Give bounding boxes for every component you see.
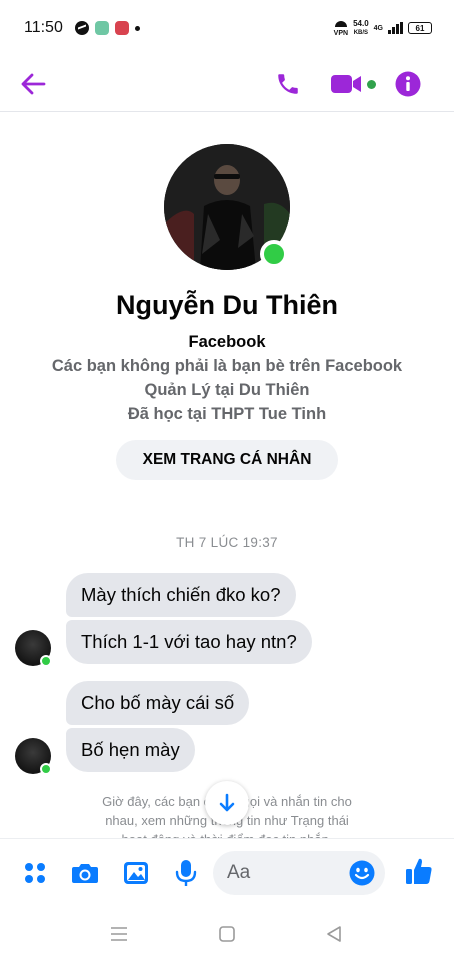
video-call-button[interactable] bbox=[330, 64, 382, 104]
square-icon bbox=[219, 926, 235, 942]
signal-icon bbox=[388, 22, 403, 34]
info-icon bbox=[395, 71, 421, 97]
sender-online-indicator bbox=[40, 763, 52, 775]
message-input-placeholder: Aa bbox=[227, 862, 251, 883]
profile-education: Đã học tại THPT Tue Tinh bbox=[127, 405, 327, 423]
voice-message-button[interactable] bbox=[171, 857, 201, 889]
triangle-back-icon bbox=[327, 926, 341, 942]
system-navigation-bar bbox=[0, 908, 454, 960]
more-actions-button[interactable] bbox=[20, 857, 50, 889]
vpn-label: VPN bbox=[333, 30, 349, 37]
system-back-button[interactable] bbox=[322, 922, 346, 946]
message-bubble[interactable]: Mày thích chiến đko ko? bbox=[66, 573, 296, 617]
info-button[interactable] bbox=[395, 64, 423, 104]
sender-online-indicator bbox=[40, 655, 52, 667]
message-bubble[interactable]: Cho bố mày cái số bbox=[66, 681, 250, 725]
like-button[interactable] bbox=[404, 855, 434, 887]
video-online-indicator bbox=[367, 79, 376, 89]
video-camera-icon bbox=[331, 75, 361, 93]
message-composer: Aa bbox=[0, 838, 454, 908]
notification-icons bbox=[74, 21, 140, 35]
app-notification-icon-2 bbox=[114, 21, 129, 35]
image-icon bbox=[124, 862, 148, 884]
menu-icon bbox=[111, 927, 127, 941]
network-speed: 54.0 KB/S bbox=[353, 18, 369, 37]
status-time: 11:50 bbox=[24, 19, 63, 36]
chat-header bbox=[0, 56, 454, 112]
notice-line: hoạt động và thời điểm đọc tin nhắn. bbox=[76, 830, 378, 838]
voice-call-button[interactable] bbox=[272, 64, 304, 104]
status-bar: 11:50 VPN 54.0 KB/S 4G 61 bbox=[0, 0, 454, 56]
thumbs-up-icon bbox=[406, 858, 432, 884]
profile-name: Nguyễn Du Thiên bbox=[116, 290, 338, 320]
sender-avatar[interactable] bbox=[15, 738, 52, 775]
message-timestamp: TH 7 LÚC 19:37 bbox=[176, 535, 278, 550]
home-button[interactable] bbox=[215, 922, 239, 946]
profile-platform: Facebook bbox=[188, 333, 266, 351]
phone-icon bbox=[278, 74, 298, 94]
messenger-notification-icon bbox=[74, 21, 89, 35]
network-type: 4G bbox=[373, 24, 383, 32]
back-button[interactable] bbox=[20, 64, 52, 104]
profile-relationship: Các bạn không phải là bạn bè trên Facebo… bbox=[51, 357, 403, 375]
scroll-to-bottom-button[interactable] bbox=[205, 781, 249, 825]
message-input[interactable]: Aa bbox=[213, 851, 385, 895]
status-indicators: VPN 54.0 KB/S 4G 61 bbox=[334, 19, 432, 37]
speed-value: 54.0 bbox=[353, 18, 369, 28]
recent-apps-button[interactable] bbox=[107, 922, 131, 946]
profile-avatar[interactable] bbox=[164, 144, 290, 270]
camera-button[interactable] bbox=[70, 857, 100, 889]
back-arrow-icon bbox=[21, 73, 46, 95]
message-bubble[interactable]: Thích 1-1 với tao hay ntn? bbox=[66, 620, 312, 664]
camera-icon bbox=[72, 864, 98, 883]
battery-icon: 61 bbox=[408, 22, 432, 34]
arrow-down-icon bbox=[219, 793, 235, 812]
message-bubble[interactable]: Bố hẹn mày bbox=[66, 728, 195, 772]
profile-work: Quản Lý tại Du Thiên bbox=[144, 381, 310, 399]
emoji-button[interactable] bbox=[349, 860, 375, 886]
grid-dots-icon bbox=[25, 863, 45, 883]
sender-avatar[interactable] bbox=[15, 630, 52, 667]
online-status-indicator bbox=[260, 240, 288, 268]
speed-unit: KB/S bbox=[353, 29, 369, 36]
more-notifications-icon bbox=[134, 25, 140, 31]
view-profile-button[interactable]: XEM TRANG CÁ NHÂN bbox=[116, 440, 338, 480]
gallery-button[interactable] bbox=[121, 857, 151, 889]
microphone-icon bbox=[175, 860, 197, 886]
smiley-icon bbox=[349, 860, 375, 886]
app-notification-icon bbox=[94, 21, 109, 35]
vpn-icon: VPN bbox=[334, 19, 348, 37]
